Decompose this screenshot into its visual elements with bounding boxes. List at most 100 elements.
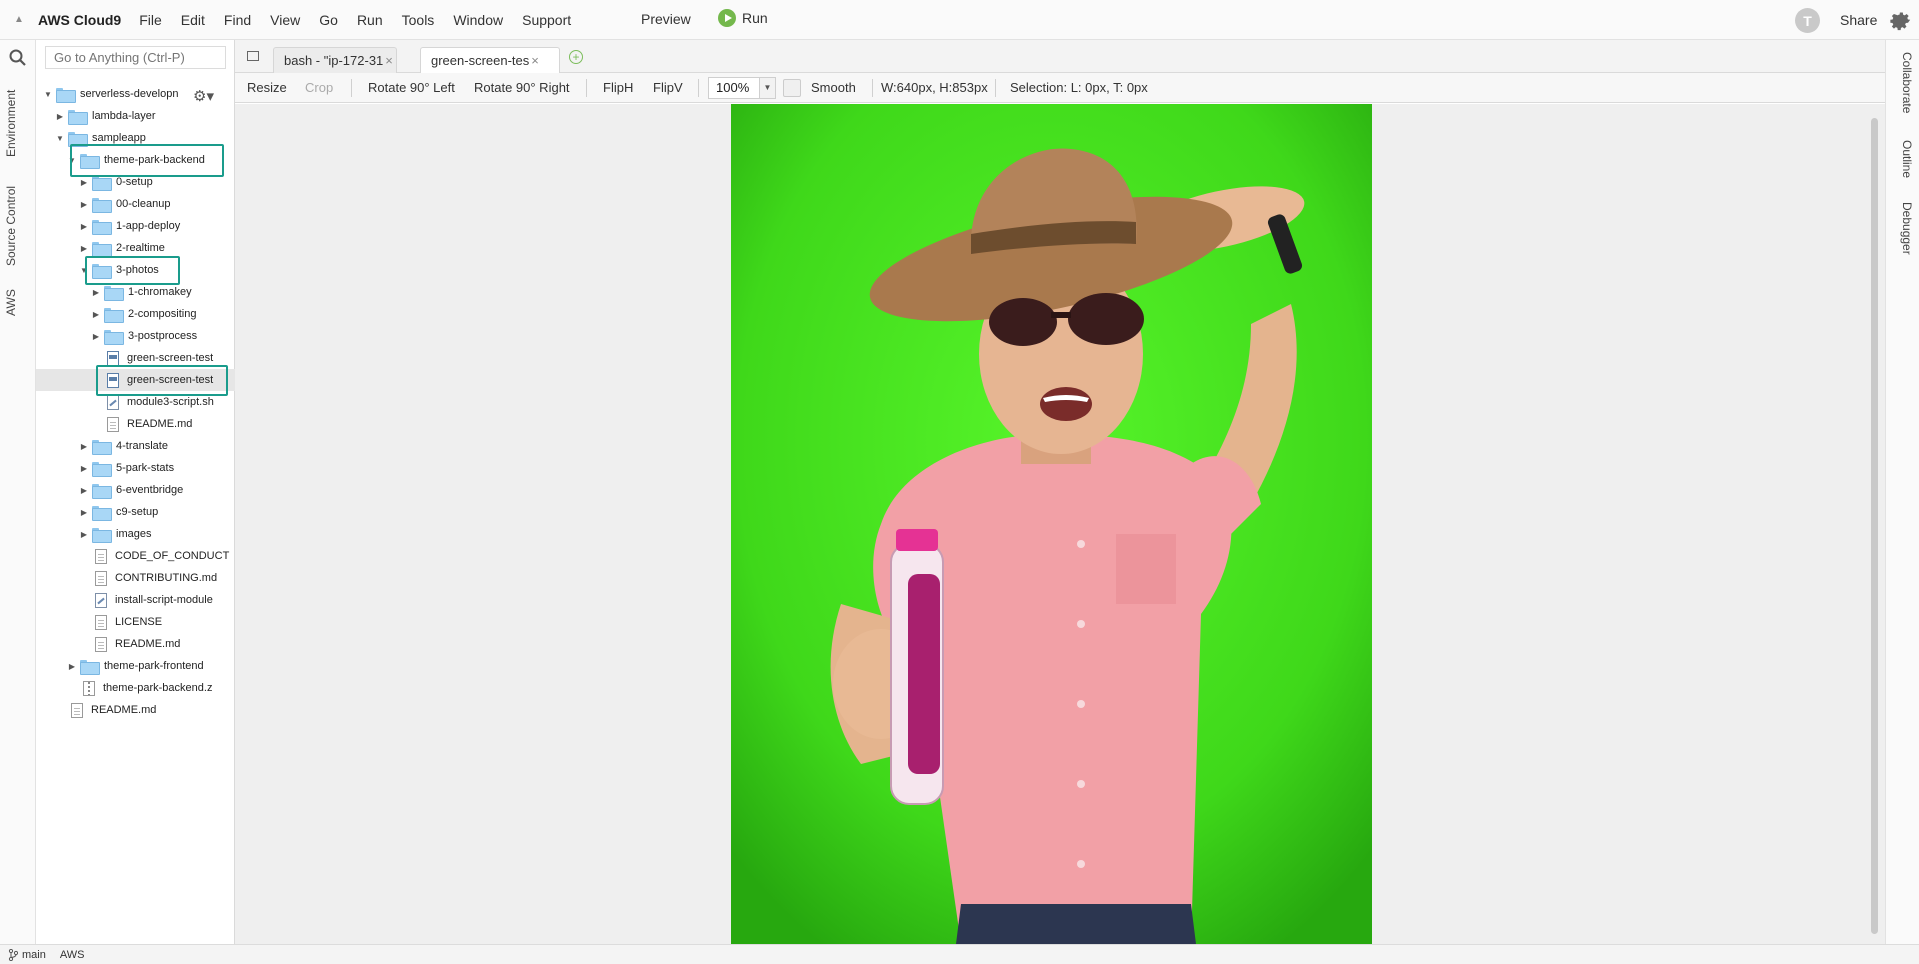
selection-info: Selection: L: 0px, T: 0px [1010,80,1148,95]
tree-file[interactable]: ▶LICENSE [36,611,235,633]
search-icon[interactable] [9,49,26,66]
tab-outline[interactable]: Outline [1900,140,1914,178]
avatar[interactable]: T [1795,8,1820,33]
tree-folder[interactable]: ▶ c9-setup [36,501,235,523]
caret-right-icon[interactable]: ▶ [78,530,90,539]
caret-right-icon[interactable]: ▶ [78,200,90,209]
tree-folder[interactable]: ▶ lambda-layer [36,105,235,127]
caret-right-icon[interactable]: ▶ [66,662,78,671]
tree-folder[interactable]: ▼ sampleapp [36,127,235,149]
rotate-left-button[interactable]: Rotate 90° Left [368,80,455,95]
image-dimensions: W:640px, H:853px [881,80,988,95]
tab-source-control[interactable]: Source Control [4,186,18,266]
tree-file[interactable]: ▶module3-script.sh [36,391,235,413]
preview-button[interactable]: Preview [641,11,691,27]
tree-file[interactable]: ▶README.md [36,413,235,435]
caret-right-icon[interactable]: ▶ [78,464,90,473]
tree-file[interactable]: ▶install-script-module [36,589,235,611]
add-tab-icon[interactable]: + [569,50,583,64]
caret-down-icon[interactable]: ▼ [42,90,54,99]
tree-file[interactable]: ▶CODE_OF_CONDUCT [36,545,235,567]
goto-anything-input[interactable] [45,46,226,69]
collapse-menu-icon[interactable]: ▲ [0,0,38,40]
tree-folder[interactable]: ▶ theme-park-frontend [36,655,235,677]
caret-right-icon[interactable]: ▶ [78,244,90,253]
menu-window[interactable]: Window [451,10,505,30]
folder-icon [68,109,88,125]
tab-debugger[interactable]: Debugger [1900,202,1914,255]
caret-right-icon[interactable]: ▶ [78,222,90,231]
caret-right-icon[interactable]: ▶ [90,332,102,341]
smooth-checkbox[interactable] [783,79,801,97]
run-button[interactable]: Run [718,9,768,27]
caret-down-icon[interactable]: ▼ [66,156,78,165]
close-icon[interactable]: × [531,53,539,68]
flipv-button[interactable]: FlipV [653,80,683,95]
caret-right-icon[interactable]: ▶ [78,486,90,495]
tree-folder[interactable]: ▶ 3-postprocess [36,325,235,347]
folder-icon [92,175,112,191]
menu-find[interactable]: Find [222,10,253,30]
tree-item-label: lambda-layer [92,110,156,122]
folder-icon [92,461,112,477]
tree-folder[interactable]: ▶ 2-compositing [36,303,235,325]
close-icon[interactable]: × [385,53,393,68]
menu-file[interactable]: File [137,10,164,30]
aws-region-label[interactable]: AWS [60,949,85,961]
tree-folder[interactable]: ▶ 1-chromakey [36,281,235,303]
tab-green-screen-test[interactable]: green-screen-tes × [420,47,560,73]
tree-folder[interactable]: ▶ 6-eventbridge [36,479,235,501]
menu-view[interactable]: View [268,10,302,30]
caret-down-icon[interactable]: ▼ [78,266,90,275]
caret-down-icon[interactable]: ▼ [54,134,66,143]
caret-right-icon[interactable]: ▶ [78,178,90,187]
zoom-select[interactable]: 100% ▼ [708,77,776,99]
menu-run[interactable]: Run [355,10,385,30]
tree-folder[interactable]: ▶ 5-park-stats [36,457,235,479]
tree-folder[interactable]: ▶ 1-app-deploy [36,215,235,237]
tree-folder[interactable]: ▼ theme-park-backend [36,149,235,171]
gear-icon[interactable] [1887,8,1913,34]
tab-bash-terminal[interactable]: bash - "ip-172-31 × [273,47,397,73]
caret-right-icon[interactable]: ▶ [54,112,66,121]
caret-right-icon[interactable]: ▶ [90,288,102,297]
git-branch-label[interactable]: main [22,949,46,961]
resize-button[interactable]: Resize [247,80,287,95]
app-brand[interactable]: AWS Cloud9 [38,12,121,28]
tree-file[interactable]: ▶green-screen-test [36,369,235,391]
chevron-down-icon[interactable]: ▼ [759,78,775,98]
tree-item-label: 4-translate [116,440,168,452]
tree-file[interactable]: ▶README.md [36,699,235,721]
tree-file[interactable]: ▶green-screen-test [36,347,235,369]
tree-folder[interactable]: ▶ 00-cleanup [36,193,235,215]
tab-menu-icon[interactable] [247,51,259,61]
tab-aws[interactable]: AWS [4,289,18,316]
caret-right-icon[interactable]: ▶ [78,508,90,517]
tab-environment[interactable]: Environment [4,90,18,157]
tree-folder[interactable]: ▶ 0-setup [36,171,235,193]
menu-edit[interactable]: Edit [179,10,207,30]
tree-folder[interactable]: ▶ 2-realtime [36,237,235,259]
rotate-right-button[interactable]: Rotate 90° Right [474,80,570,95]
share-button[interactable]: Share [1840,12,1877,28]
crop-button[interactable]: Crop [305,80,333,95]
menu-go[interactable]: Go [317,10,340,30]
menu-tools[interactable]: Tools [400,10,437,30]
tree-folder[interactable]: ▶ images [36,523,235,545]
tree-settings-gear-icon[interactable]: ⚙▾ [193,87,214,105]
menu-support[interactable]: Support [520,10,573,30]
image-canvas[interactable] [235,104,1885,944]
tree-file[interactable]: ▶README.md [36,633,235,655]
vertical-scrollbar[interactable] [1871,118,1878,934]
tab-collaborate[interactable]: Collaborate [1900,52,1914,113]
tree-item-label: 1-chromakey [128,286,192,298]
caret-right-icon[interactable]: ▶ [78,442,90,451]
fliph-button[interactable]: FlipH [603,80,633,95]
tree-file[interactable]: ▶CONTRIBUTING.md [36,567,235,589]
status-bar: main AWS [0,944,1919,964]
tree-file[interactable]: ▶theme-park-backend.z [36,677,235,699]
tree-folder[interactable]: ▼ 3-photos [36,259,235,281]
tree-folder[interactable]: ▶ 4-translate [36,435,235,457]
caret-right-icon[interactable]: ▶ [90,310,102,319]
image-file-icon [107,350,119,366]
